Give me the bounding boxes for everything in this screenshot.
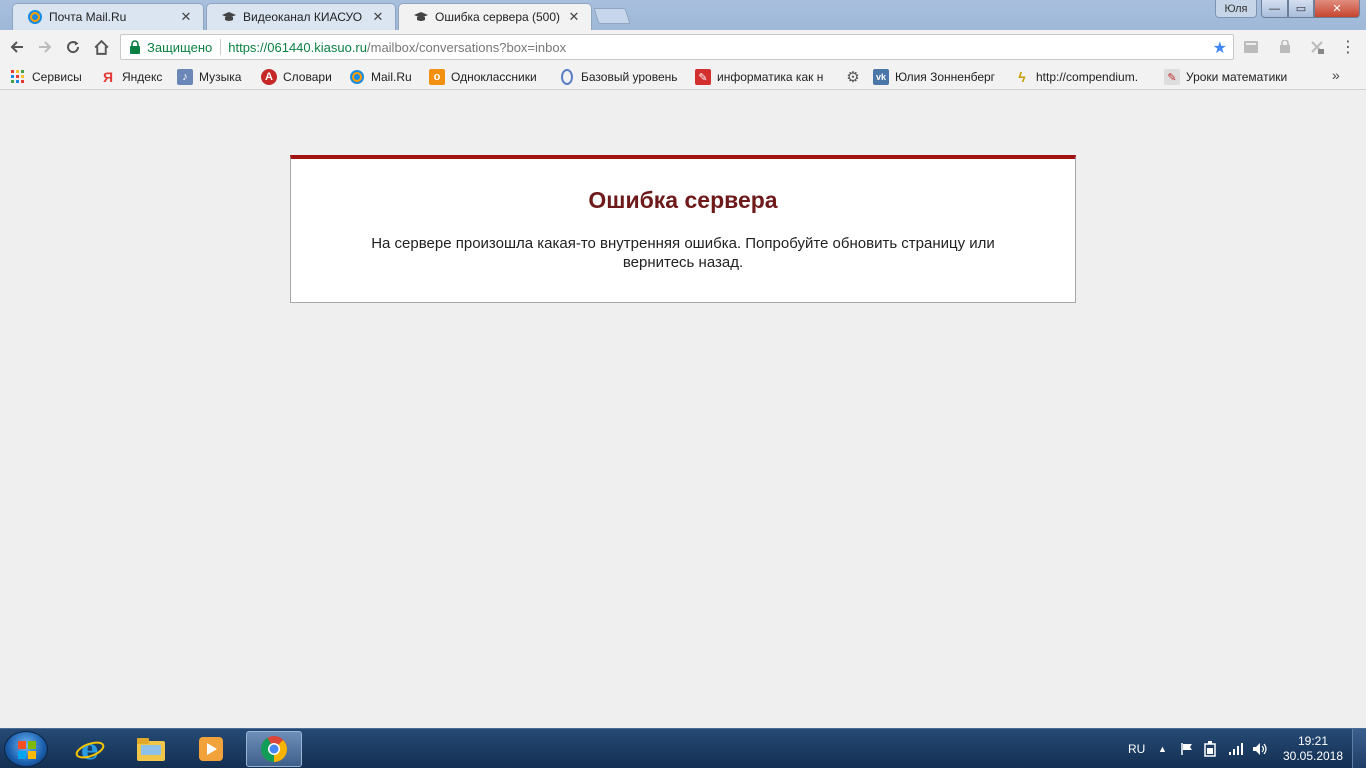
forward-arrow-icon <box>39 41 52 53</box>
back-arrow-icon <box>10 41 23 53</box>
home-icon <box>93 39 109 55</box>
minimize-button[interactable]: — <box>1261 0 1288 18</box>
error-title: Ошибка сервера <box>588 187 778 213</box>
apps-grid-icon <box>10 69 26 85</box>
music-icon: ♪ <box>177 69 193 85</box>
more-bookmarks-button[interactable]: » <box>1332 67 1340 83</box>
bookmark-label: Одноклассники <box>451 70 537 84</box>
home-button[interactable] <box>89 35 113 59</box>
system-clock[interactable]: 19:21 30.05.2018 <box>1276 734 1350 764</box>
tab-title: Видеоканал КИАСУО - Н <box>243 10 365 24</box>
browser-titlebar: Почта Mail.Ru ✕ Видеоканал КИАСУО - Н ✕ … <box>0 0 1366 30</box>
mailru-icon <box>349 69 365 85</box>
bookmark-vk-profile[interactable]: vk Юлия Зонненберг <box>873 67 995 87</box>
bookmark-star-icon[interactable]: ★ <box>1213 38 1227 58</box>
bookmark-label: информатика как н <box>717 70 824 84</box>
level-icon <box>559 69 575 85</box>
gear-icon: ⚙ <box>846 69 860 86</box>
dictionary-icon: A <box>261 69 277 85</box>
bookmark-music[interactable]: ♪ Музыка <box>177 67 241 87</box>
graduation-cap-icon <box>221 9 237 25</box>
bookmark-basic-level[interactable]: Базовый уровень <box>559 67 678 87</box>
bookmark-label: Сервисы <box>32 70 82 84</box>
tab-server-error[interactable]: Ошибка сервера (500) ✕ <box>398 3 592 30</box>
menu-dots-icon[interactable]: ⋮ <box>1339 38 1357 56</box>
mailru-icon <box>27 9 43 25</box>
clock-date: 30.05.2018 <box>1282 749 1344 763</box>
bookmark-informatics[interactable]: ✎ информатика как н <box>695 67 831 87</box>
power-icon[interactable] <box>1204 729 1216 768</box>
file-explorer-icon[interactable] <box>123 731 179 767</box>
graduation-cap-icon <box>413 9 429 25</box>
action-center-flag-icon[interactable] <box>1180 729 1194 768</box>
show-desktop-button[interactable] <box>1352 729 1366 768</box>
bookmark-mail-ru[interactable]: Mail.Ru <box>349 67 412 87</box>
internet-explorer-icon[interactable]: e <box>62 731 118 767</box>
omnibox-divider <box>220 39 222 55</box>
tab-close-icon[interactable]: ✕ <box>179 9 193 25</box>
informatics-icon: ✎ <box>695 69 711 85</box>
bookmark-label: Словари <box>283 70 332 84</box>
vk-icon: vk <box>873 69 889 85</box>
tab-title: Почта Mail.Ru <box>49 10 127 24</box>
reload-button[interactable] <box>61 35 85 59</box>
error-panel: Ошибка сервера На сервере произошла кака… <box>290 155 1076 303</box>
lock-icon <box>129 40 141 54</box>
bookmark-label: Уроки математики <box>1186 70 1288 84</box>
bookmark-dictionaries[interactable]: A Словари <box>261 67 332 87</box>
error-message: На сервере произошла какая-то внутренняя… <box>371 235 995 271</box>
security-label[interactable]: Защищено <box>147 40 212 55</box>
show-hidden-icons-icon[interactable]: ▲ <box>1158 729 1167 768</box>
forward-button[interactable] <box>33 35 57 59</box>
bookmark-label: http://compendium. <box>1036 70 1139 84</box>
tab-mail-ru[interactable]: Почта Mail.Ru ✕ <box>12 3 204 30</box>
windows-taskbar: e RU ▲ 19:21 30.05.2018 <box>0 728 1366 768</box>
media-player-icon[interactable] <box>183 731 239 767</box>
reload-icon <box>67 41 80 54</box>
browser-toolbar: Защищено https://061440.kiasuo.ru/mailbo… <box>0 30 1366 64</box>
compendium-icon: ϟ <box>1018 69 1026 85</box>
odnoklassniki-icon: о <box>429 69 445 85</box>
bookmarks-bar: Сервисы Я Яндекс ♪ Музыка A Словари Mail… <box>0 64 1366 90</box>
chrome-icon[interactable] <box>246 731 302 767</box>
extension-icon[interactable] <box>1242 38 1260 56</box>
bookmark-services[interactable]: Сервисы <box>10 67 82 87</box>
network-signal-icon[interactable] <box>1228 729 1244 768</box>
extension-lock-icon[interactable] <box>1276 38 1294 56</box>
clock-time: 19:21 <box>1297 734 1329 748</box>
bookmark-label: Mail.Ru <box>371 70 412 84</box>
new-tab-button[interactable] <box>593 8 631 24</box>
language-indicator[interactable]: RU <box>1128 729 1145 768</box>
url-host: https://061440.kiasuo.ru <box>228 39 367 55</box>
tab-close-icon[interactable]: ✕ <box>371 9 385 25</box>
math-lessons-icon: ✎ <box>1164 69 1180 85</box>
extension-sync-icon[interactable] <box>1308 38 1326 56</box>
tab-close-icon[interactable]: ✕ <box>567 9 581 25</box>
bookmark-label: Музыка <box>199 70 242 84</box>
start-button[interactable] <box>4 731 48 767</box>
close-window-button[interactable]: ✕ <box>1314 0 1360 18</box>
bookmark-math-lessons[interactable]: ✎ Уроки математики <box>1164 67 1287 87</box>
bookmark-compendium[interactable]: ϟ http://compendium. <box>1014 67 1152 87</box>
back-button[interactable] <box>5 35 29 59</box>
profile-button[interactable]: Юля <box>1215 0 1257 18</box>
bookmark-label: Юлия Зонненберг <box>895 70 996 84</box>
bookmark-label: Базовый уровень <box>581 70 678 84</box>
bookmark-odnoklassniki[interactable]: о Одноклассники <box>429 67 537 87</box>
tab-video-channel[interactable]: Видеоканал КИАСУО - Н ✕ <box>206 3 396 30</box>
bookmark-label: Яндекс <box>122 70 163 84</box>
tab-title: Ошибка сервера (500) <box>435 10 561 24</box>
volume-icon[interactable] <box>1252 729 1268 768</box>
bookmark-yandex[interactable]: Я Яндекс <box>100 67 162 87</box>
svg-text:e: e <box>81 734 99 764</box>
address-bar[interactable]: Защищено https://061440.kiasuo.ru/mailbo… <box>120 34 1234 60</box>
windows-logo-icon <box>18 741 36 759</box>
maximize-button[interactable]: ▭ <box>1288 0 1314 18</box>
url-path: /mailbox/conversations?box=inbox <box>367 39 567 55</box>
bookmark-settings[interactable]: ⚙ <box>845 67 867 87</box>
yandex-icon: Я <box>102 69 114 85</box>
